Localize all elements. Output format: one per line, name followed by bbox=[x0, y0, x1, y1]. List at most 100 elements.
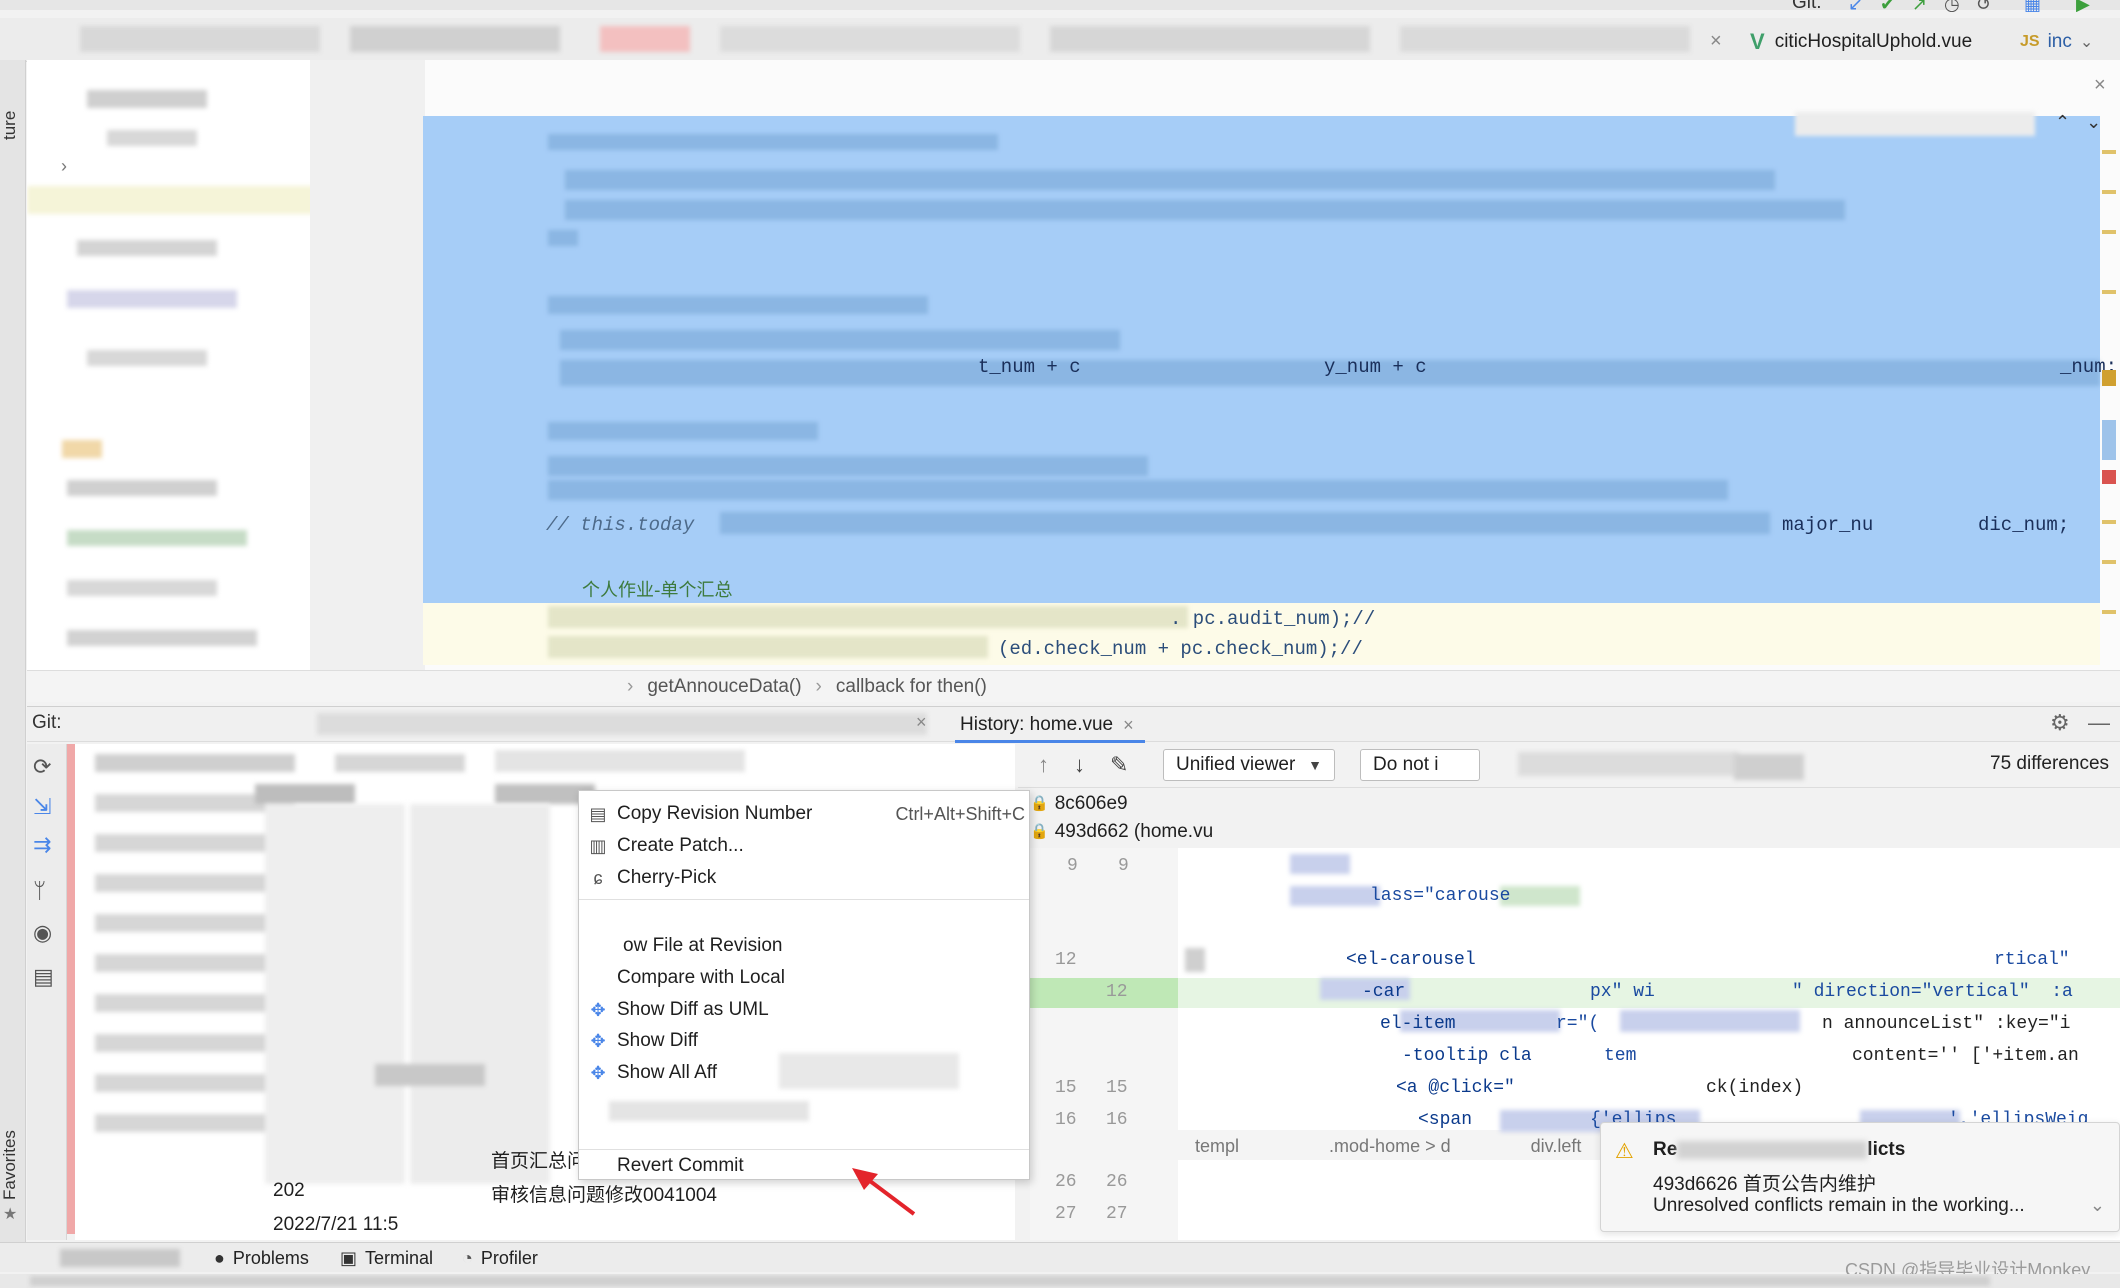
diff-code: tem bbox=[1604, 1046, 1637, 1066]
diff-code: <a @click=" bbox=[1396, 1078, 1515, 1098]
editor-gutter bbox=[310, 60, 425, 680]
diff-code: lass="carouse bbox=[1370, 886, 1511, 906]
commit-icon[interactable]: ✔ bbox=[1880, 0, 1895, 12]
menu-item-label: Create Patch... bbox=[617, 835, 744, 856]
diff-code: -tooltip cla bbox=[1402, 1046, 1532, 1066]
revision-row: 🔒 8c606e9 bbox=[1030, 790, 1213, 818]
line-number-right: 15 bbox=[1106, 1078, 1128, 1098]
diff-changed-gutter bbox=[1030, 978, 1178, 1008]
close-icon[interactable]: × bbox=[1123, 715, 1134, 736]
diff-code: n announceList" :key="i bbox=[1822, 1014, 2071, 1034]
breadcrumb-item[interactable]: getAnnouceData() bbox=[647, 676, 801, 698]
breadcrumb-item[interactable]: callback for then() bbox=[836, 676, 987, 698]
history-icon[interactable]: ◷ bbox=[1944, 0, 1960, 12]
tab-history-home-vue[interactable]: History: home.vue × bbox=[960, 708, 1134, 742]
left-tool-strip bbox=[0, 60, 26, 1260]
tab-label: inc bbox=[2047, 31, 2072, 52]
copy-icon: ▤ bbox=[589, 803, 607, 824]
diff-code: px" wi bbox=[1590, 982, 1655, 1002]
ignore-whitespace-select[interactable]: Do not i bbox=[1360, 749, 1480, 781]
menu-item-copy-revision-number[interactable]: ▤ Copy Revision Number Ctrl+Alt+Shift+C bbox=[579, 799, 1029, 829]
menu-separator bbox=[579, 899, 1029, 900]
profiler-tool-button[interactable]: ◔ Profiler bbox=[462, 1248, 538, 1269]
expand-icon[interactable]: ⇉ bbox=[33, 832, 51, 858]
diff-code: ck(index) bbox=[1706, 1078, 1804, 1098]
breadcrumb-separator: › bbox=[627, 675, 634, 697]
collapse-icon[interactable]: ⇲ bbox=[33, 794, 51, 820]
dropdown-arrow-icon: ▼ bbox=[1308, 757, 1322, 773]
code-line: . pc.audit_num);// bbox=[1170, 608, 1376, 630]
commit-message: 首页汇总问 bbox=[491, 1151, 587, 1172]
tab-inc[interactable]: JS inc ⌄ bbox=[2020, 22, 2120, 62]
code-line: dic_num; bbox=[1978, 514, 2070, 536]
js-file-icon: JS bbox=[2020, 33, 2040, 50]
menu-item-show-diff-as-uml[interactable]: ✥ Show Diff as UML bbox=[579, 995, 1029, 1025]
menu-item-create-patch[interactable]: ▥ Create Patch... bbox=[579, 831, 1029, 861]
layout-icon[interactable]: ▤ bbox=[33, 964, 54, 990]
chevron-up-icon[interactable]: ⌃ bbox=[2055, 112, 2070, 133]
menu-item-revert-commit[interactable]: Revert Commit bbox=[579, 1151, 1029, 1181]
active-tab-indicator bbox=[955, 740, 1145, 743]
breadcrumb: › getAnnouceData() › callback for then() bbox=[27, 670, 2120, 702]
menu-item-show-diff[interactable]: ✥ Show Diff bbox=[579, 1026, 1029, 1056]
edit-icon[interactable]: ✎ bbox=[1110, 752, 1128, 778]
revert-conflict-notification[interactable]: ⚠ Re licts 493d6626 首页公告内维护 Unresolved co… bbox=[1600, 1122, 2120, 1232]
diff-code: el-item bbox=[1380, 1014, 1456, 1034]
diff-code: rtical" bbox=[1994, 950, 2070, 970]
structure-tool-label[interactable]: ture bbox=[0, 111, 20, 140]
chevron-down-icon[interactable]: ⌄ bbox=[2086, 112, 2101, 133]
eye-icon[interactable]: ◉ bbox=[33, 920, 52, 946]
arrow-down-icon[interactable]: ↓ bbox=[1074, 752, 1085, 778]
close-icon[interactable]: × bbox=[2094, 74, 2106, 97]
viewer-mode-select[interactable]: Unified viewer ▼ bbox=[1163, 749, 1335, 781]
git-tool-label: Git: bbox=[32, 712, 62, 733]
code-comment: // this.today bbox=[546, 514, 695, 536]
line-number-right: 16 bbox=[1106, 1110, 1128, 1130]
tab-close-icon[interactable]: × bbox=[1710, 30, 1722, 53]
annotation-arrow-icon bbox=[852, 1168, 916, 1216]
project-structure-icon[interactable]: ▦ bbox=[2024, 0, 2041, 12]
editor-scroll-markers[interactable] bbox=[2098, 140, 2120, 670]
uml-icon: ✥ bbox=[590, 999, 606, 1020]
update-project-icon[interactable]: ↙ bbox=[1848, 0, 1863, 12]
tab-close-icon[interactable]: × bbox=[916, 712, 927, 733]
chevron-down-icon[interactable]: ⌄ bbox=[2090, 1195, 2105, 1216]
diff-icon: ✥ bbox=[590, 1030, 606, 1051]
arrow-up-icon[interactable]: ↑ bbox=[1038, 752, 1049, 778]
refresh-icon[interactable]: ⟳ bbox=[33, 754, 51, 780]
menu-item-cherry-pick[interactable]: ɕ Cherry-Pick bbox=[579, 863, 1029, 893]
code-line: t_num + c bbox=[978, 356, 1081, 378]
patch-icon: ▥ bbox=[589, 835, 607, 856]
terminal-tool-button[interactable]: ▣ Terminal bbox=[340, 1248, 433, 1269]
chevron-down-icon[interactable]: ⌄ bbox=[2080, 32, 2093, 52]
profiler-label: Profiler bbox=[480, 1248, 538, 1268]
branch-color-bar bbox=[67, 744, 75, 1234]
menu-item-label: Show Diff bbox=[617, 1030, 698, 1051]
line-number-right: 27 bbox=[1106, 1204, 1128, 1224]
breadcrumb-separator: › bbox=[815, 675, 822, 697]
diff-code: <span bbox=[1418, 1110, 1473, 1130]
minimize-icon[interactable]: — bbox=[2088, 710, 2110, 736]
chevron-right-icon[interactable]: › bbox=[61, 156, 67, 177]
menu-item-label: Show All Aff bbox=[617, 1062, 717, 1083]
star-icon[interactable]: ★ bbox=[3, 1204, 17, 1224]
menu-item-label: Cherry-Pick bbox=[617, 867, 717, 888]
problems-tool-button[interactable]: ● Problems bbox=[214, 1248, 309, 1269]
line-number-right: 12 bbox=[1106, 982, 1128, 1002]
lock-icon: 🔒 bbox=[1030, 795, 1049, 812]
branch-icon[interactable]: ᛘ bbox=[33, 878, 46, 904]
gear-icon[interactable]: ⚙ bbox=[2050, 710, 2070, 736]
push-icon[interactable]: ↗ bbox=[1912, 0, 1927, 12]
menu-item-label: Copy Revision Number bbox=[617, 803, 813, 824]
favorites-tool-label[interactable]: Favorites bbox=[0, 1130, 20, 1200]
git-toolbar: Git: ↙ ✔ ↗ ◷ ↺ ▦ ▶ bbox=[1780, 0, 2120, 12]
diff-code: r="( bbox=[1556, 1014, 1600, 1034]
rollback-icon[interactable]: ↺ bbox=[1976, 0, 1991, 12]
revision-hash: 493d662 (home.vu bbox=[1054, 821, 1214, 842]
menu-item-show-file-at-revision[interactable]: ow File at Revision bbox=[579, 931, 1029, 961]
run-icon[interactable]: ▶ bbox=[2076, 0, 2090, 12]
tab-label: citicHospitalUphold.vue bbox=[1774, 31, 1973, 52]
tab-citic-hospital-uphold[interactable]: V citicHospitalUphold.vue bbox=[1740, 22, 1990, 62]
diff-line-gutter bbox=[1030, 848, 1178, 1240]
menu-item-compare-with-local[interactable]: Compare with Local bbox=[579, 963, 1029, 993]
